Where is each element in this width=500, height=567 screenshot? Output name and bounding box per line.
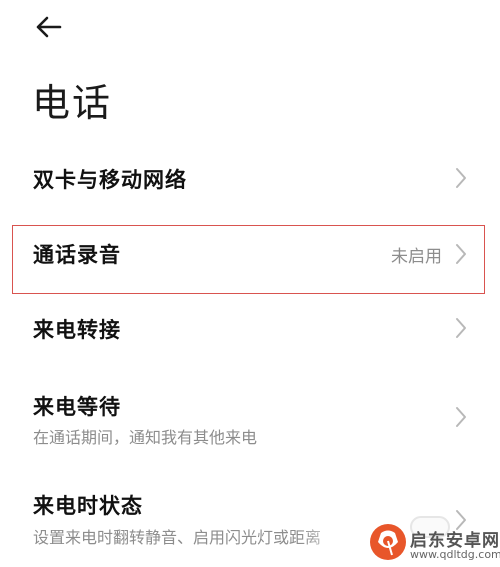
item-label: 双卡与移动网络 <box>33 168 187 192</box>
item-subtitle: 在通话期间，通知我有其他来电 <box>33 428 258 447</box>
arrow-left-icon <box>36 16 62 38</box>
dual-sim-mobile-network-item[interactable]: 双卡与移动网络 <box>0 140 500 220</box>
call-recording-item[interactable]: 通话录音 未启用 <box>0 225 500 294</box>
item-label: 来电等待 <box>33 395 121 419</box>
call-waiting-item[interactable]: 来电等待 在通话期间，通知我有其他来电 <box>0 375 500 455</box>
watermark-logo-icon <box>370 524 406 560</box>
page-title: 电话 <box>32 81 113 125</box>
call-forwarding-item[interactable]: 来电转接 <box>0 294 500 364</box>
back-button[interactable] <box>30 12 70 42</box>
site-watermark: 启东安卓网 www.qdltdg.com <box>368 522 500 567</box>
item-label: 来电转接 <box>33 318 121 342</box>
item-subtitle: 设置来电时翻转静音、启用闪光灯或距离 <box>33 528 322 547</box>
item-label: 来电时状态 <box>33 494 143 518</box>
call-recording-status: 未启用 <box>391 247 442 267</box>
chevron-right-icon <box>456 407 466 427</box>
chevron-right-icon <box>456 244 466 264</box>
chevron-right-icon <box>456 318 466 338</box>
chevron-right-icon <box>456 168 466 188</box>
watermark-url: www.qdltdg.com <box>410 548 500 561</box>
item-label: 通话录音 <box>33 243 121 267</box>
